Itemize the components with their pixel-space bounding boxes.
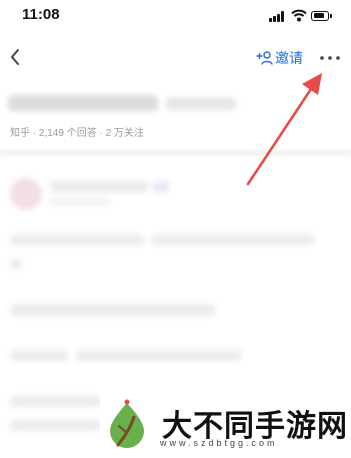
more-icon[interactable] [318, 48, 342, 68]
status-icons [269, 9, 333, 23]
battery-icon [311, 11, 332, 21]
status-time: 11:08 [22, 6, 60, 23]
watermark-url: www.szdbtgg.com [160, 438, 278, 448]
section-divider [0, 150, 351, 156]
invite-icon [256, 51, 273, 65]
avatar [10, 178, 42, 210]
invite-label: 邀请 [275, 50, 303, 66]
signal-icon [269, 11, 285, 22]
status-bar: 11:08 [0, 0, 351, 34]
nav-bar: 邀请 [0, 40, 351, 76]
back-icon[interactable] [8, 46, 22, 68]
wifi-icon [291, 9, 307, 22]
question-meta: 知乎 · 2,149 个回答 · 2 万关注 [10, 128, 144, 139]
invite-button[interactable]: 邀请 [256, 48, 303, 68]
leaf-logo-icon [110, 399, 144, 448]
watermark: 大不同手游网 www.szdbtgg.com [100, 393, 351, 458]
